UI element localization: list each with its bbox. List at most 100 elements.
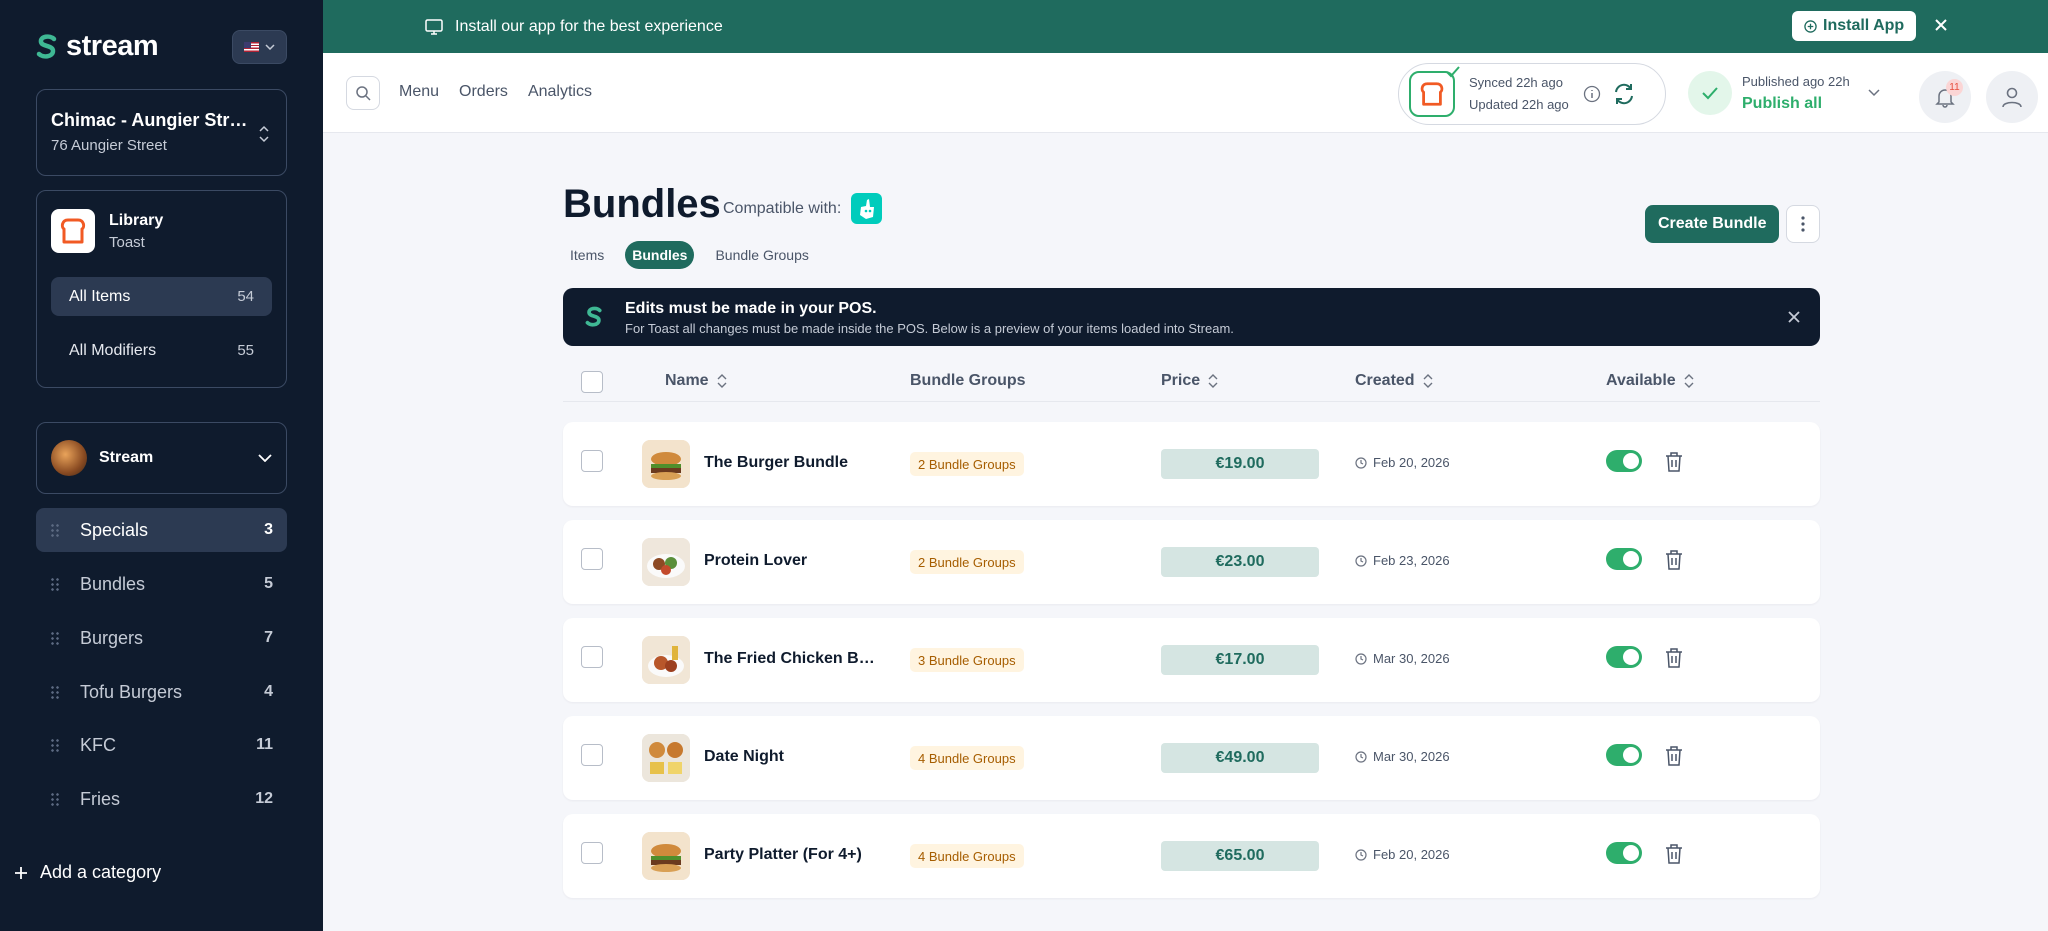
- menu-selector[interactable]: Stream: [36, 422, 287, 494]
- drag-handle-icon[interactable]: [50, 738, 60, 752]
- drag-handle-icon[interactable]: [50, 631, 60, 645]
- bundle-groups-badge[interactable]: 4 Bundle Groups: [910, 746, 1024, 770]
- us-flag-icon: [244, 42, 259, 52]
- deliveroo-logo-icon: [851, 193, 883, 224]
- column-name[interactable]: Name: [665, 372, 727, 390]
- trash-icon[interactable]: [1665, 647, 1683, 669]
- library-item-all-modifiers[interactable]: All Modifiers 55: [51, 331, 272, 370]
- publish-all-button[interactable]: Publish all: [1742, 93, 1850, 115]
- column-available[interactable]: Available: [1606, 372, 1694, 390]
- category-bundles[interactable]: Bundles 5: [36, 562, 287, 606]
- location-name: Chimac - Aungier Street: [51, 110, 251, 130]
- column-price[interactable]: Price: [1161, 372, 1218, 390]
- drag-handle-icon[interactable]: [50, 577, 60, 591]
- close-icon[interactable]: [1786, 309, 1802, 325]
- sort-icon: [1208, 374, 1218, 388]
- pos-edit-banner: Edits must be made in your POS. For Toas…: [563, 288, 1820, 346]
- bundle-groups-badge[interactable]: 2 Bundle Groups: [910, 452, 1024, 476]
- table-row[interactable]: Protein Lover 2 Bundle Groups €23.00 Feb…: [563, 520, 1820, 604]
- nav-orders[interactable]: Orders: [459, 83, 508, 101]
- bundle-thumbnail: [642, 832, 690, 880]
- more-options-button[interactable]: [1786, 205, 1820, 243]
- sort-icon: [717, 374, 727, 388]
- available-toggle[interactable]: [1606, 744, 1642, 766]
- sidebar: stream Chimac - Aungier Street 76 Aungie…: [0, 0, 323, 931]
- info-icon[interactable]: [1583, 85, 1601, 103]
- row-checkbox[interactable]: [581, 646, 603, 668]
- tab-items[interactable]: Items: [563, 241, 611, 269]
- drag-handle-icon[interactable]: [50, 523, 60, 537]
- bundle-groups-badge[interactable]: 3 Bundle Groups: [910, 648, 1024, 672]
- bundle-name[interactable]: Date Night: [704, 748, 879, 766]
- top-header: Menu Orders Analytics Synced 22h ago Upd…: [323, 53, 2048, 133]
- available-toggle[interactable]: [1606, 842, 1642, 864]
- table-row[interactable]: Party Platter (For 4+) 4 Bundle Groups €…: [563, 814, 1820, 898]
- nav-analytics[interactable]: Analytics: [528, 83, 592, 101]
- category-kfc[interactable]: KFC 11: [36, 723, 287, 767]
- drag-handle-icon[interactable]: [50, 792, 60, 806]
- main-nav: Menu Orders Analytics: [399, 83, 592, 101]
- table-row[interactable]: The Fried Chicken Bundle 3 Bundle Groups…: [563, 618, 1820, 702]
- tab-bundles[interactable]: Bundles: [625, 241, 695, 269]
- clock-icon: [1355, 456, 1367, 469]
- install-app-button[interactable]: Install App: [1792, 11, 1917, 41]
- nav-menu[interactable]: Menu: [399, 83, 439, 101]
- column-label: Name: [665, 372, 709, 389]
- refresh-icon[interactable]: [1611, 81, 1637, 107]
- toast-logo-icon: [1409, 66, 1460, 117]
- available-toggle[interactable]: [1606, 548, 1642, 570]
- bundle-thumbnail: [642, 538, 690, 586]
- publish-status[interactable]: Published ago 22h Publish all: [1688, 71, 1880, 115]
- table-row[interactable]: The Burger Bundle 2 Bundle Groups €19.00…: [563, 422, 1820, 506]
- bundle-name[interactable]: Party Platter (For 4+): [704, 846, 879, 864]
- bundle-groups-badge[interactable]: 4 Bundle Groups: [910, 844, 1024, 868]
- library-source: Toast: [109, 233, 145, 251]
- tabs: Items Bundles Bundle Groups: [563, 241, 816, 269]
- profile-button[interactable]: [1986, 71, 2038, 123]
- compatible-with: Compatible with:: [723, 193, 883, 224]
- search-button[interactable]: [346, 76, 380, 110]
- create-bundle-button[interactable]: Create Bundle: [1645, 205, 1780, 243]
- available-toggle[interactable]: [1606, 450, 1642, 472]
- created-date: Mar 30, 2026: [1355, 651, 1450, 666]
- notifications-button[interactable]: 11: [1919, 71, 1971, 123]
- trash-icon[interactable]: [1665, 549, 1683, 571]
- tab-bundle-groups[interactable]: Bundle Groups: [708, 241, 815, 269]
- bundle-name[interactable]: The Burger Bundle: [704, 454, 879, 472]
- select-all-checkbox[interactable]: [581, 371, 603, 393]
- bundle-name[interactable]: Protein Lover: [704, 552, 879, 570]
- add-category-label: Add a category: [40, 862, 162, 882]
- column-created[interactable]: Created: [1355, 372, 1433, 390]
- bundle-groups-badge[interactable]: 2 Bundle Groups: [910, 550, 1024, 574]
- category-fries[interactable]: Fries 12: [36, 777, 287, 821]
- row-checkbox[interactable]: [581, 744, 603, 766]
- trash-icon[interactable]: [1665, 843, 1683, 865]
- table-row[interactable]: Date Night 4 Bundle Groups €49.00 Mar 30…: [563, 716, 1820, 800]
- trash-icon[interactable]: [1665, 451, 1683, 473]
- add-category-button[interactable]: Add a category: [14, 862, 161, 883]
- location-selector[interactable]: Chimac - Aungier Street 76 Aungier Stree…: [36, 89, 287, 176]
- category-specials[interactable]: Specials 3: [36, 508, 287, 552]
- chevron-down-icon[interactable]: [1868, 89, 1880, 97]
- library-item-label: All Items: [69, 287, 131, 305]
- close-icon[interactable]: [1933, 17, 1949, 33]
- available-toggle[interactable]: [1606, 646, 1642, 668]
- row-checkbox[interactable]: [581, 548, 603, 570]
- row-checkbox[interactable]: [581, 450, 603, 472]
- install-app-label: Install App: [1823, 17, 1905, 34]
- trash-icon[interactable]: [1665, 745, 1683, 767]
- category-tofu-burgers[interactable]: Tofu Burgers 4: [36, 670, 287, 714]
- drag-handle-icon[interactable]: [50, 685, 60, 699]
- column-label: Available: [1606, 372, 1676, 389]
- bundle-name[interactable]: The Fried Chicken Bundle: [704, 650, 879, 668]
- library-item-all-items[interactable]: All Items 54: [51, 277, 272, 316]
- category-burgers[interactable]: Burgers 7: [36, 616, 287, 660]
- pos-banner-subtitle: For Toast all changes must be made insid…: [625, 321, 1234, 336]
- publish-check-icon: [1688, 71, 1732, 115]
- clock-icon: [1355, 750, 1367, 763]
- created-date-text: Feb 23, 2026: [1373, 553, 1450, 568]
- brand-logo[interactable]: stream: [36, 30, 159, 63]
- language-select[interactable]: [232, 30, 287, 64]
- updated-time: Updated 22h ago: [1469, 97, 1569, 112]
- row-checkbox[interactable]: [581, 842, 603, 864]
